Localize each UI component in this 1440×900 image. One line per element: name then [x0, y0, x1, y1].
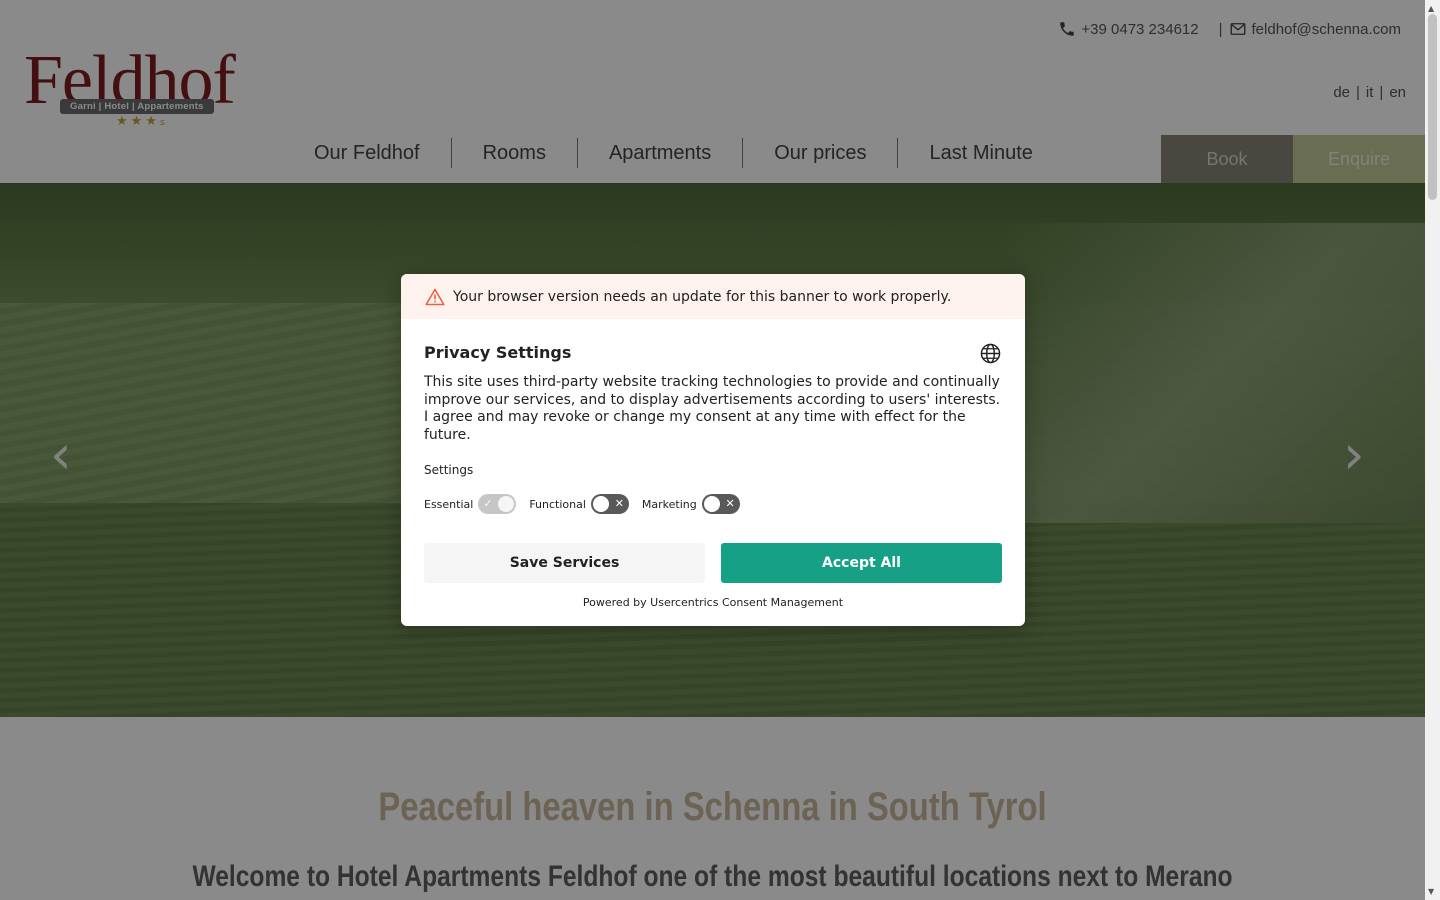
switch-knob [592, 496, 609, 512]
consent-dialog: Your browser version needs an update for… [401, 274, 1025, 626]
consent-actions: Save Services Accept All [424, 543, 1002, 583]
scroll-thumb[interactable] [1428, 14, 1437, 200]
scroll-up-arrow[interactable]: ▲ [1428, 4, 1434, 13]
consent-title: Privacy Settings [424, 343, 572, 362]
toggle-essential: Essential ✓ [424, 494, 517, 514]
toggle-functional-label: Functional [529, 497, 586, 511]
consent-description: This site uses third-party website track… [424, 374, 1001, 443]
toggle-essential-label: Essential [424, 497, 474, 511]
cross-icon: ✕ [614, 497, 624, 510]
essential-switch: ✓ [478, 494, 517, 514]
warning-icon [425, 288, 445, 305]
switch-knob [703, 496, 720, 512]
check-icon: ✓ [483, 497, 493, 510]
consent-toggles: Essential ✓ Functional ✕ Marketing ✕ [424, 494, 1002, 514]
save-services-button[interactable]: Save Services [424, 543, 705, 583]
toggle-marketing: Marketing ✕ [642, 494, 740, 514]
toggle-marketing-label: Marketing [641, 497, 697, 511]
language-globe-icon[interactable] [980, 343, 1001, 364]
toggle-functional: Functional ✕ [529, 494, 629, 514]
switch-knob [498, 496, 515, 512]
settings-heading: Settings [424, 463, 474, 477]
browser-warning-bar: Your browser version needs an update for… [401, 274, 1025, 319]
cross-icon: ✕ [725, 497, 735, 510]
scroll-down-arrow[interactable]: ▼ [1428, 887, 1434, 896]
consent-body: Privacy Settings This site uses third-pa… [401, 319, 1025, 609]
powered-by-link[interactable]: Powered by Usercentrics Consent Manageme… [424, 596, 1002, 609]
accept-all-button[interactable]: Accept All [721, 543, 1002, 583]
marketing-switch[interactable]: ✕ [701, 494, 740, 514]
functional-switch[interactable]: ✕ [590, 494, 629, 514]
browser-warning-text: Your browser version needs an update for… [453, 288, 952, 305]
page-scrollbar[interactable]: ▲ ▼ [1425, 0, 1440, 900]
